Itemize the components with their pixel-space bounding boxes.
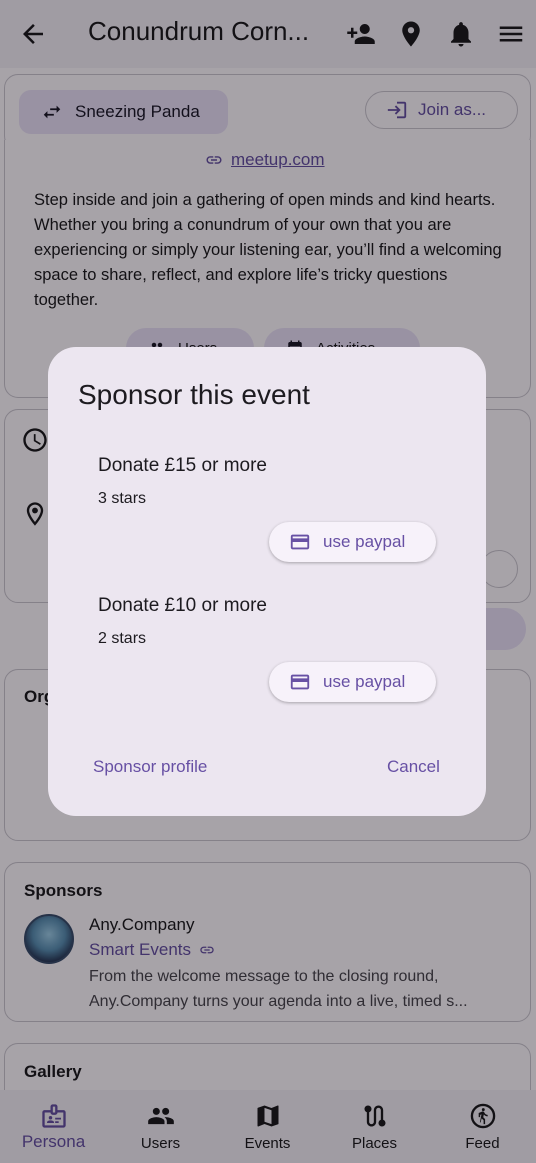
tier-title: Donate £10 or more [98, 595, 267, 616]
sponsor-profile-button[interactable]: Sponsor profile [93, 757, 207, 777]
dialog-title: Sponsor this event [78, 379, 310, 410]
paypal-button[interactable]: use paypal [269, 662, 436, 702]
tier-title: Donate £15 or more [98, 455, 267, 476]
paypal-button-label: use paypal [323, 532, 406, 551]
paypal-button[interactable]: use paypal [269, 522, 436, 562]
tier-subtitle: 2 stars [98, 630, 147, 647]
credit-card-icon [290, 534, 310, 550]
paypal-button-label: use paypal [323, 672, 406, 691]
sponsor-dialog: Sponsor this event Donate £15 or more 3 … [48, 347, 486, 816]
cancel-button[interactable]: Cancel [387, 757, 440, 777]
tier-subtitle: 3 stars [98, 490, 147, 507]
credit-card-icon [290, 674, 310, 690]
